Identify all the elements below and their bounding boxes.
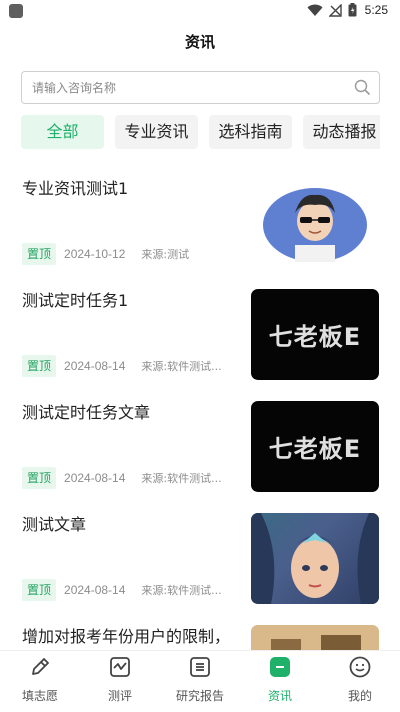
wifi-icon bbox=[307, 4, 323, 16]
article-list: 专业资讯测试1 置顶 2024-10-12 来源:测试 测试定时任务1 置顶 2… bbox=[0, 163, 400, 650]
search-bar[interactable] bbox=[21, 71, 380, 104]
status-time: 5:25 bbox=[364, 3, 388, 17]
article-meta: 置顶 2024-08-14 来源:软件测试... bbox=[22, 579, 222, 601]
tabbar-label: 资讯 bbox=[267, 689, 292, 703]
no-signal-icon bbox=[328, 3, 342, 17]
battery-icon bbox=[348, 3, 357, 17]
tab-subject-guide[interactable]: 选科指南 bbox=[209, 115, 292, 149]
status-bar: 5:25 bbox=[0, 0, 400, 24]
article-meta: 置顶 2024-08-14 来源:软件测试... bbox=[22, 355, 222, 377]
notification-icon bbox=[9, 4, 23, 18]
game-hero-image bbox=[251, 513, 379, 604]
article-title: 增加对报考年份用户的限制，根据省份、报考开启后非报 bbox=[22, 627, 231, 646]
list-item[interactable]: 测试定时任务1 置顶 2024-08-14 来源:软件测试... 七老板E bbox=[0, 275, 400, 387]
tabbar-item-research-report[interactable]: 研究报告 bbox=[160, 651, 240, 712]
article-meta: 置顶 2024-08-14 来源:软件测试... bbox=[22, 467, 222, 489]
article-thumbnail bbox=[251, 177, 379, 268]
tabbar-label: 我的 bbox=[347, 689, 372, 703]
chart-icon bbox=[110, 657, 130, 677]
article-thumbnail bbox=[251, 513, 379, 604]
scene-image bbox=[251, 625, 379, 650]
list-item[interactable]: 增加对报考年份用户的限制，根据省份、报考开启后非报 bbox=[0, 611, 400, 650]
article-source: 来源:软件测试... bbox=[141, 584, 222, 597]
bottom-tab-bar: 填志愿 测评 研究报告 资讯 我的 bbox=[0, 650, 400, 712]
list-item[interactable]: 测试文章 置顶 2024-08-14 来源:软件测试... bbox=[0, 499, 400, 611]
list-item[interactable]: 专业资讯测试1 置顶 2024-10-12 来源:测试 bbox=[0, 163, 400, 275]
pencil-icon bbox=[32, 658, 49, 675]
tab-professional-news[interactable]: 专业资讯 bbox=[115, 115, 198, 149]
article-thumbnail: 七老板E bbox=[251, 401, 379, 492]
category-tabs: 全部 专业资讯 选科指南 动态播报 bbox=[21, 115, 380, 149]
article-thumbnail: 七老板E bbox=[251, 289, 379, 380]
article-date: 2024-10-12 bbox=[64, 247, 126, 261]
tabbar-item-fill-application[interactable]: 填志愿 bbox=[0, 651, 80, 712]
article-thumbnail bbox=[251, 625, 379, 650]
pinned-badge: 置顶 bbox=[22, 467, 57, 489]
thumbnail-logo-text: 七老板E bbox=[268, 435, 362, 463]
article-meta: 置顶 2024-10-12 来源:测试 bbox=[22, 243, 189, 265]
list-item[interactable]: 测试定时任务文章 置顶 2024-08-14 来源:软件测试... 七老板E bbox=[0, 387, 400, 499]
news-icon bbox=[270, 657, 290, 677]
tabbar-label: 研究报告 bbox=[175, 689, 224, 703]
thumbnail-logo-text: 七老板E bbox=[268, 323, 362, 351]
avatar-cartoon-image bbox=[263, 188, 367, 262]
tabbar-item-mine[interactable]: 我的 bbox=[320, 651, 400, 712]
pinned-badge: 置顶 bbox=[22, 355, 57, 377]
smile-icon bbox=[349, 656, 371, 678]
tabbar-label: 测评 bbox=[107, 689, 132, 703]
article-title: 专业资讯测试1 bbox=[22, 179, 129, 198]
tabbar-label: 填志愿 bbox=[21, 689, 58, 703]
search-icon[interactable] bbox=[354, 79, 371, 96]
tabbar-item-news[interactable]: 资讯 bbox=[240, 651, 320, 712]
article-source: 来源:测试 bbox=[141, 248, 190, 261]
article-title: 测试定时任务文章 bbox=[22, 403, 151, 422]
search-input[interactable] bbox=[32, 72, 342, 103]
page-title: 资讯 bbox=[184, 33, 215, 51]
status-icons: 5:25 bbox=[307, 3, 388, 17]
pinned-badge: 置顶 bbox=[22, 579, 57, 601]
article-source: 来源:软件测试... bbox=[141, 472, 222, 485]
article-date: 2024-08-14 bbox=[64, 359, 126, 373]
article-title: 测试文章 bbox=[22, 515, 87, 534]
tabbar-item-assessment[interactable]: 测评 bbox=[80, 651, 160, 712]
article-title: 测试定时任务1 bbox=[22, 291, 129, 310]
pinned-badge: 置顶 bbox=[22, 243, 57, 265]
article-date: 2024-08-14 bbox=[64, 471, 126, 485]
article-source: 来源:软件测试... bbox=[141, 360, 222, 373]
tab-all[interactable]: 全部 bbox=[21, 115, 104, 149]
tab-dynamic-broadcast[interactable]: 动态播报 bbox=[303, 115, 380, 149]
article-date: 2024-08-14 bbox=[64, 583, 126, 597]
report-icon bbox=[190, 657, 210, 677]
